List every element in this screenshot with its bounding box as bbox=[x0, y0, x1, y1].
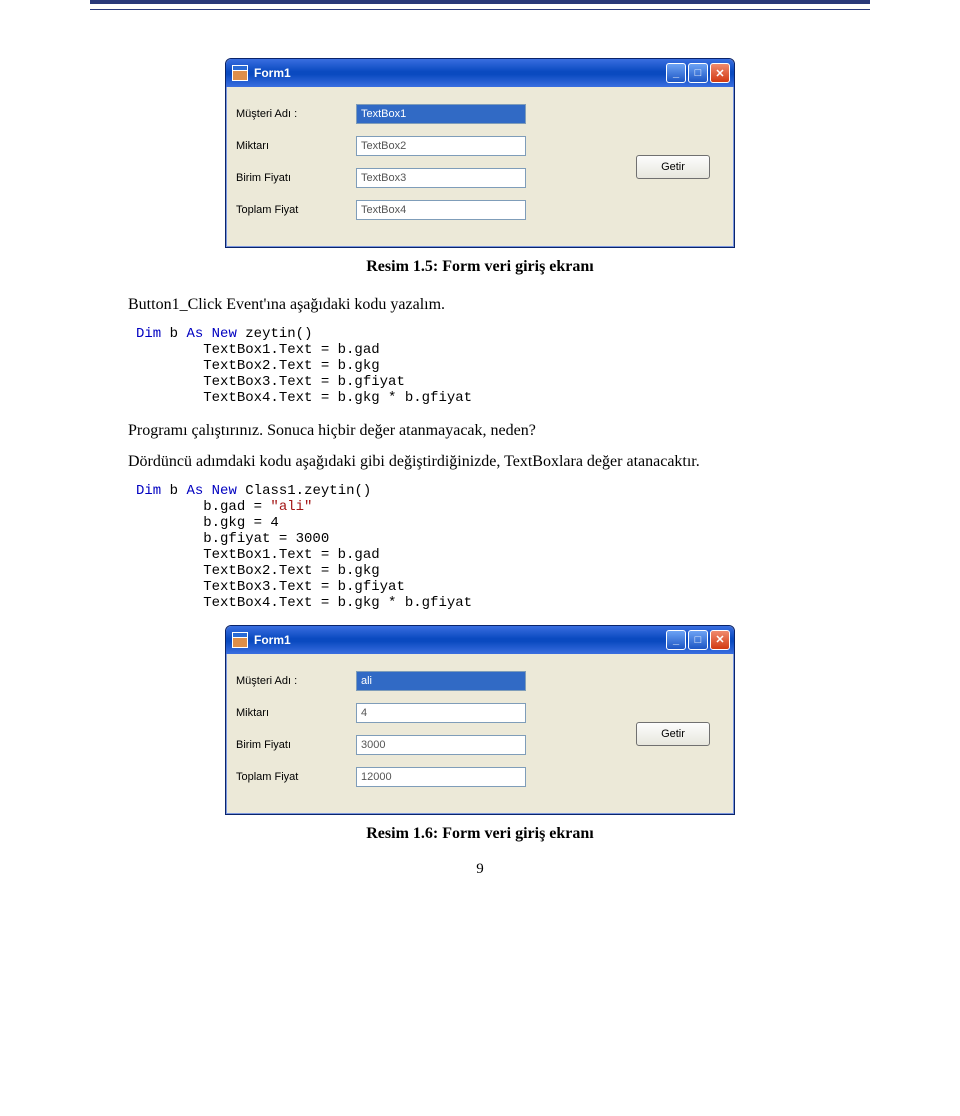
textbox2-input[interactable]: TextBox2 bbox=[356, 136, 526, 156]
label-birimfiyati-2: Birim Fiyatı bbox=[236, 739, 356, 751]
label-birimfiyati: Birim Fiyatı bbox=[236, 172, 356, 184]
minimize-button[interactable]: _ bbox=[666, 630, 686, 650]
kw-dim: Dim bbox=[136, 326, 161, 342]
label-toplamfiyat: Toplam Fiyat bbox=[236, 204, 356, 216]
client-area-2: Müşteri Adı : ali Miktarı 4 Birim Fiyatı… bbox=[226, 654, 734, 814]
figure-caption-2: Resim 1.6: Form veri giriş ekranı bbox=[90, 825, 870, 843]
string-ali: "ali" bbox=[270, 499, 312, 515]
label-miktari-2: Miktarı bbox=[236, 707, 356, 719]
textbox1-input[interactable]: TextBox1 bbox=[356, 104, 526, 124]
kw-new: New bbox=[212, 326, 237, 342]
textbox3-input[interactable]: TextBox3 bbox=[356, 168, 526, 188]
maximize-button[interactable]: □ bbox=[688, 63, 708, 83]
getir-button[interactable]: Getir bbox=[636, 155, 710, 179]
kw-as2: As bbox=[186, 483, 203, 499]
close-button[interactable]: ✕ bbox=[710, 63, 730, 83]
close-button[interactable]: ✕ bbox=[710, 630, 730, 650]
getir-button-2[interactable]: Getir bbox=[636, 722, 710, 746]
textbox1-input-2[interactable]: ali bbox=[356, 671, 526, 691]
titlebar-2[interactable]: Form1 _ □ ✕ bbox=[226, 626, 734, 654]
code-block-1: Dim b As New zeytin() TextBox1.Text = b.… bbox=[136, 326, 870, 406]
window-title-2: Form1 bbox=[254, 633, 666, 647]
minimize-button[interactable]: _ bbox=[666, 63, 686, 83]
window-title: Form1 bbox=[254, 66, 666, 80]
form1-window: Form1 _ □ ✕ Müşteri Adı : TextBox1 Mikta… bbox=[225, 58, 735, 248]
maximize-button[interactable]: □ bbox=[688, 630, 708, 650]
label-miktari: Miktarı bbox=[236, 140, 356, 152]
textbox4-input-2[interactable]: 12000 bbox=[356, 767, 526, 787]
titlebar[interactable]: Form1 _ □ ✕ bbox=[226, 59, 734, 87]
document-top-rule bbox=[90, 0, 870, 10]
form-icon bbox=[232, 632, 248, 648]
kw-new2: New bbox=[212, 483, 237, 499]
textbox4-input[interactable]: TextBox4 bbox=[356, 200, 526, 220]
kw-as: As bbox=[186, 326, 203, 342]
textbox3-input-2[interactable]: 3000 bbox=[356, 735, 526, 755]
label-musteri-2: Müşteri Adı : bbox=[236, 675, 356, 687]
para-run: Programı çalıştırınız. Sonuca hiçbir değ… bbox=[90, 420, 870, 442]
para-step4: Dördüncü adımdaki kodu aşağıdaki gibi de… bbox=[90, 451, 870, 473]
form1-window-2: Form1 _ □ ✕ Müşteri Adı : ali Miktarı 4 … bbox=[225, 625, 735, 815]
para-button1-click: Button1_Click Event'ına aşağıdaki kodu y… bbox=[90, 294, 870, 316]
page-number: 9 bbox=[90, 861, 870, 878]
label-musteri: Müşteri Adı : bbox=[236, 108, 356, 120]
label-toplamfiyat-2: Toplam Fiyat bbox=[236, 771, 356, 783]
textbox2-input-2[interactable]: 4 bbox=[356, 703, 526, 723]
client-area: Müşteri Adı : TextBox1 Miktarı TextBox2 … bbox=[226, 87, 734, 247]
kw-dim2: Dim bbox=[136, 483, 161, 499]
figure-caption-1: Resim 1.5: Form veri giriş ekranı bbox=[90, 258, 870, 276]
form-icon bbox=[232, 65, 248, 81]
code-block-2: Dim b As New Class1.zeytin() b.gad = "al… bbox=[136, 483, 870, 611]
